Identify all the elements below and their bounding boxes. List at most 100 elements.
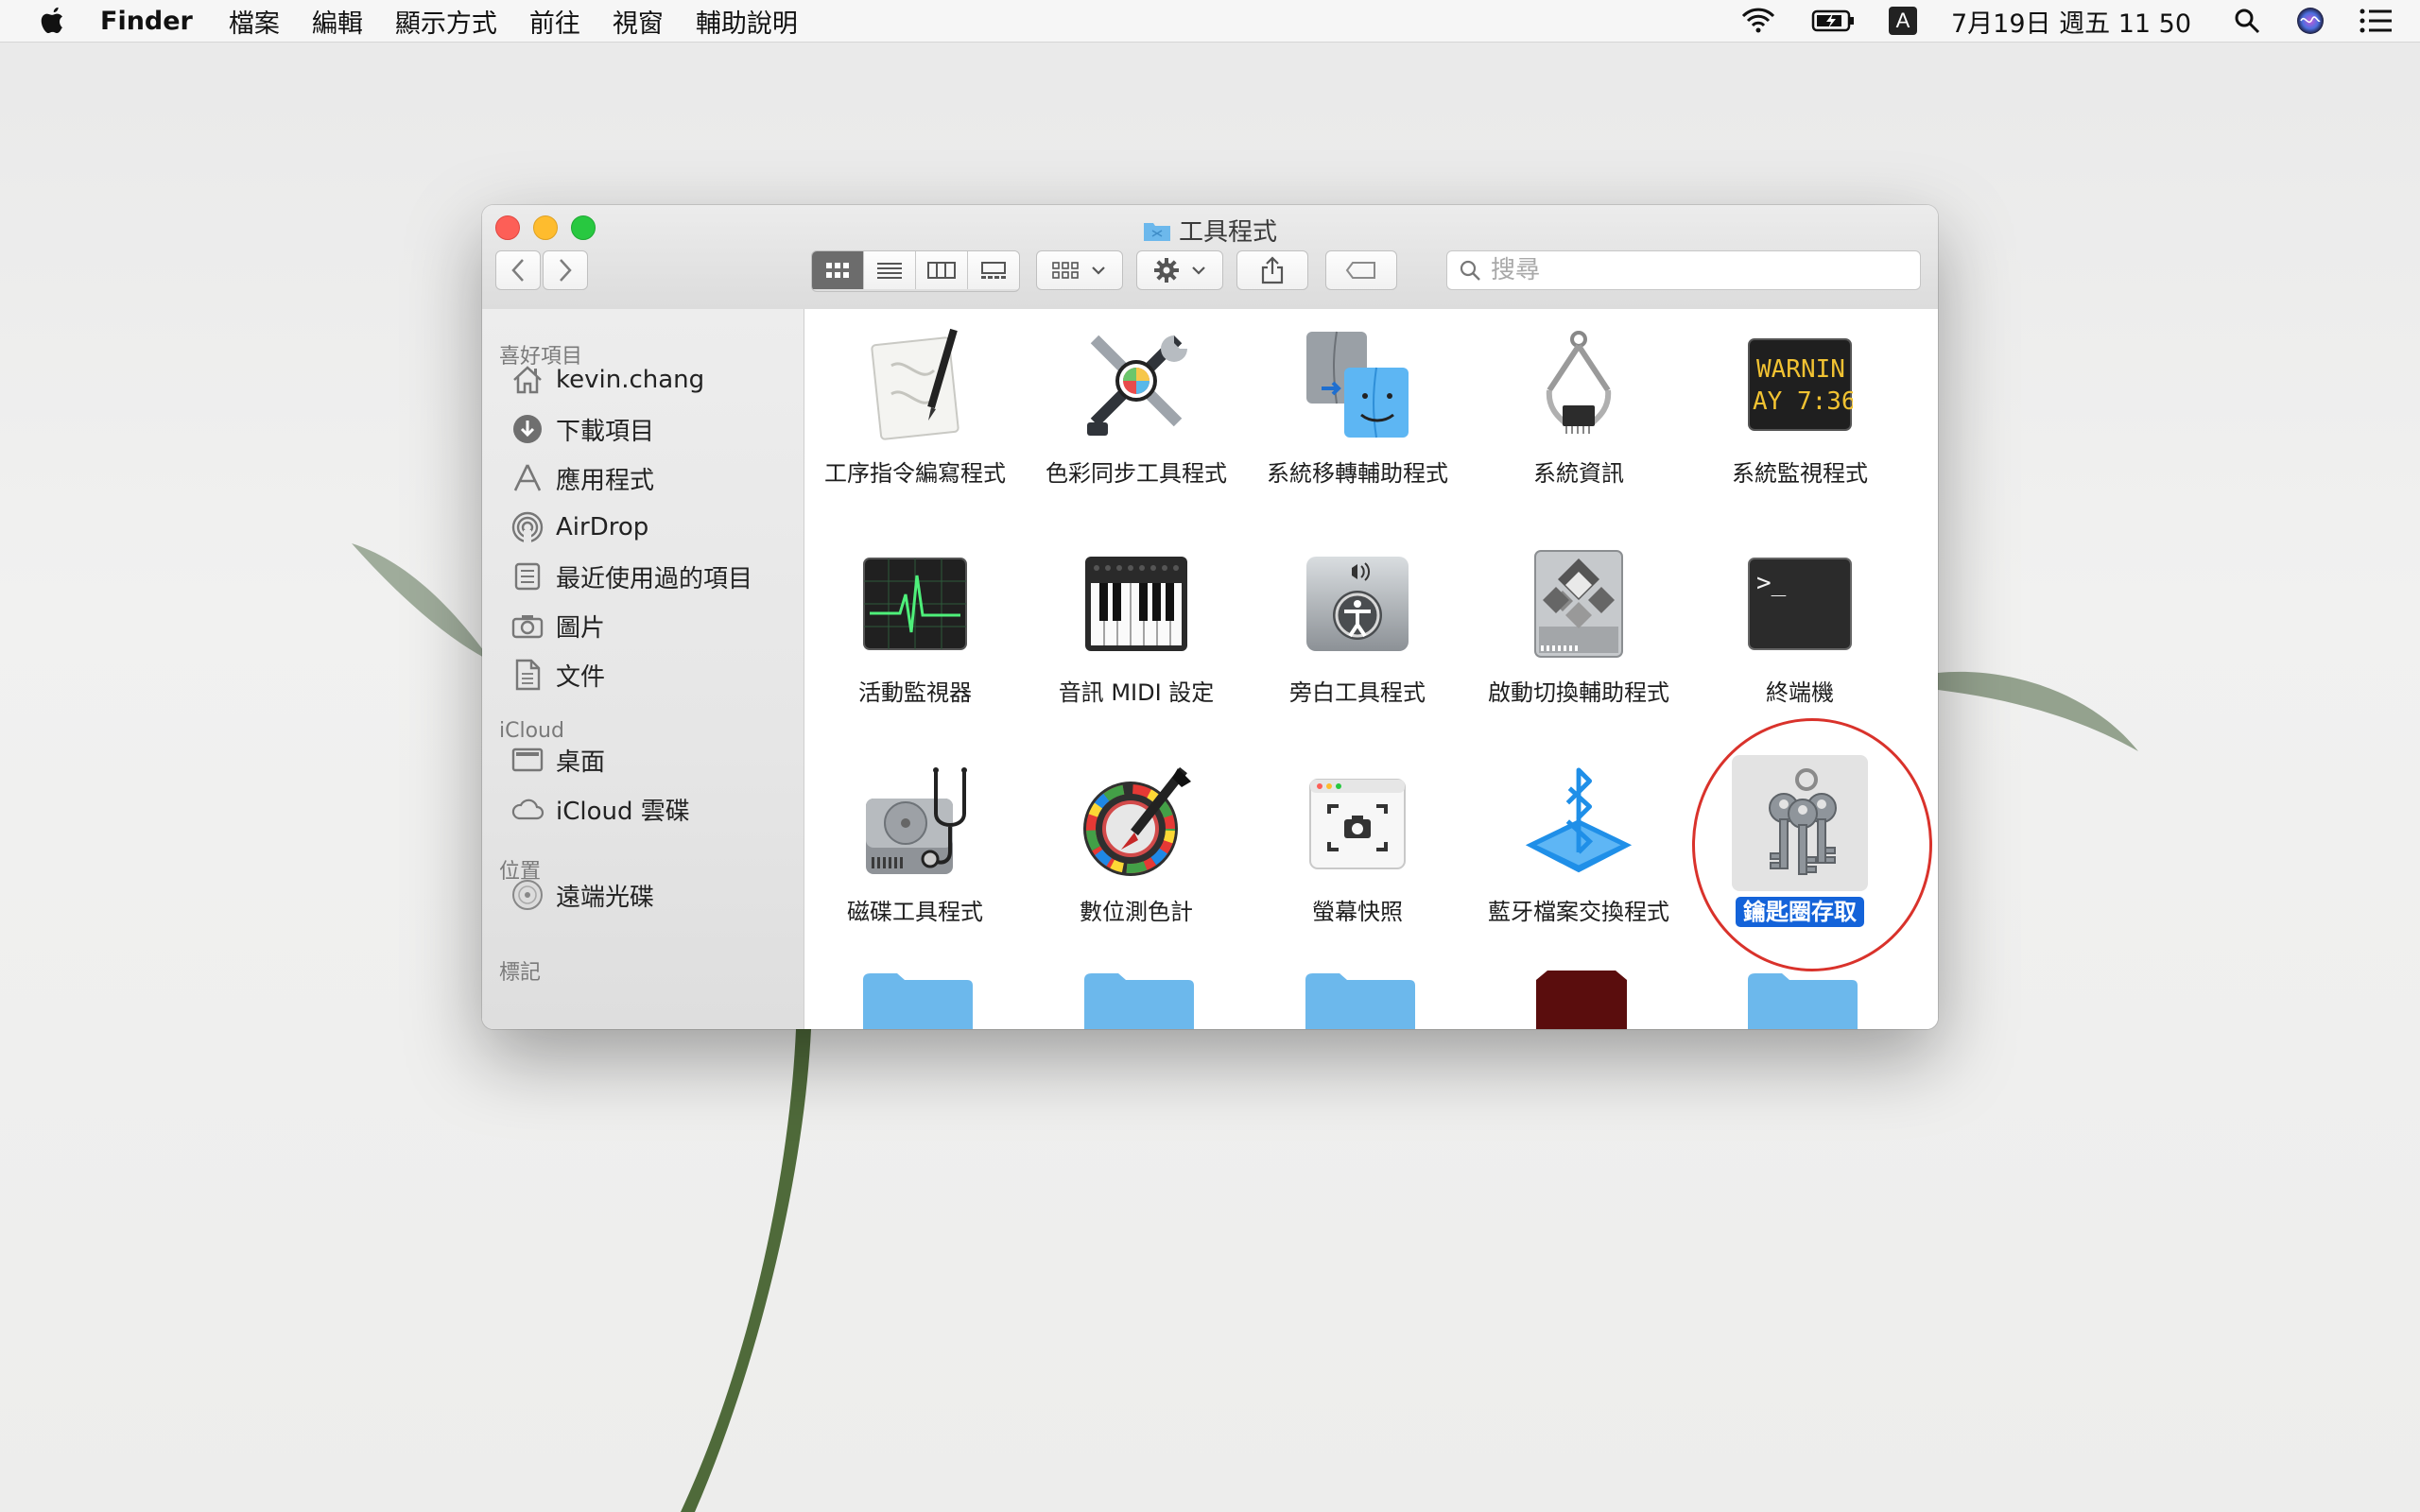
app-item-screenshot[interactable]: 螢幕快照: [1247, 766, 1468, 926]
app-item-system-information[interactable]: 系統資訊: [1468, 328, 1689, 488]
menu-help[interactable]: 輔助說明: [696, 3, 798, 40]
app-item-audio-midi[interactable]: 音訊 MIDI 設定: [1026, 547, 1247, 707]
console-icon-text-1: WARNIN: [1756, 355, 1845, 384]
gallery-view-button[interactable]: [968, 251, 1019, 289]
list-view-button[interactable]: [864, 251, 916, 289]
back-button[interactable]: [495, 250, 541, 290]
siri-icon[interactable]: [2295, 6, 2325, 36]
columns-icon: [927, 262, 956, 279]
apple-icon[interactable]: [38, 5, 68, 37]
screenshot-icon: [1301, 766, 1414, 880]
grid-icon: [826, 263, 849, 278]
script-editor-icon: [858, 328, 972, 441]
search-icon: [1460, 260, 1480, 281]
console-icon-text-2: AY 7:36: [1753, 387, 1853, 416]
input-method-icon[interactable]: A: [1889, 7, 1917, 35]
menu-go[interactable]: 前往: [529, 3, 580, 40]
menu-bar: Finder 檔案 編輯 顯示方式 前往 視窗 輔助說明 A 7月19日 週五 …: [0, 0, 2420, 43]
sidebar: 喜好項目 kevin.chang 下載項目 應用程式 AirDrop 最近使用過…: [482, 309, 804, 1029]
window-title: 工具程式: [482, 213, 1938, 248]
app-icon[interactable]: [1525, 971, 1638, 1029]
battery-icon[interactable]: [1811, 9, 1855, 33]
bluetooth-file-exchange-icon: [1522, 766, 1635, 880]
sidebar-item-remote-disc[interactable]: 遠端光碟: [510, 876, 654, 914]
cloud-icon: [510, 792, 544, 826]
group-icon: [1052, 262, 1079, 279]
console-icon: WARNIN AY 7:36: [1743, 328, 1857, 441]
app-item-boot-camp[interactable]: 啟動切換輔助程式: [1468, 547, 1689, 707]
chevron-left-icon: [511, 259, 524, 282]
icon-view-button[interactable]: [812, 251, 864, 289]
search-field[interactable]: [1446, 250, 1921, 290]
sidebar-header-icloud: iCloud: [499, 719, 564, 743]
download-icon: [510, 412, 544, 446]
app-item-voiceover-utility[interactable]: 旁白工具程式: [1247, 547, 1468, 707]
menu-edit[interactable]: 編輯: [312, 3, 363, 40]
share-icon: [1261, 256, 1284, 284]
forward-button[interactable]: [543, 250, 588, 290]
folder-icon[interactable]: [861, 971, 975, 1029]
share-button[interactable]: [1236, 250, 1308, 290]
sidebar-item-documents[interactable]: 文件: [510, 656, 605, 694]
column-view-button[interactable]: [916, 251, 968, 289]
view-mode-control: [811, 250, 1020, 292]
tag-icon: [1345, 262, 1375, 279]
sidebar-item-applications[interactable]: 應用程式: [510, 459, 654, 497]
terminal-icon: >_: [1743, 547, 1857, 661]
boot-camp-icon: [1522, 547, 1635, 661]
list-icon: [877, 263, 902, 279]
menu-finder[interactable]: Finder: [100, 7, 193, 36]
app-item-colorsync[interactable]: 色彩同步工具程式: [1026, 328, 1247, 488]
recents-icon: [510, 559, 544, 593]
migration-assistant-icon: [1301, 328, 1414, 441]
sidebar-item-recents[interactable]: 最近使用過的項目: [510, 558, 752, 595]
voiceover-utility-icon: [1301, 547, 1414, 661]
colorsync-icon: [1080, 328, 1193, 441]
spotlight-icon[interactable]: [2233, 7, 2261, 35]
app-item-migration-assistant[interactable]: 系統移轉輔助程式: [1247, 328, 1468, 488]
sidebar-item-desktop[interactable]: 桌面: [510, 741, 605, 779]
app-item-activity-monitor[interactable]: 活動監視器: [804, 547, 1026, 707]
app-item-disk-utility[interactable]: 磁碟工具程式: [804, 766, 1026, 926]
app-item-script-editor[interactable]: 工序指令編寫程式: [804, 328, 1026, 488]
tag-button[interactable]: [1325, 250, 1397, 290]
wifi-icon[interactable]: [1739, 7, 1777, 35]
app-item-console[interactable]: WARNIN AY 7:36 系統監視程式: [1689, 328, 1910, 488]
sidebar-item-airdrop[interactable]: AirDrop: [510, 508, 648, 546]
notification-center-icon[interactable]: [2360, 9, 2392, 33]
menu-clock[interactable]: 7月19日 週五 11 50: [1951, 3, 2191, 40]
terminal-icon-text: >_: [1756, 569, 1787, 597]
airdrop-icon: [510, 510, 544, 544]
action-button[interactable]: [1136, 250, 1223, 290]
desktop-icon: [510, 743, 544, 777]
sidebar-header-tags: 標記: [499, 961, 542, 985]
chevron-down-icon: [1092, 266, 1105, 275]
chevron-right-icon: [560, 259, 572, 282]
digital-color-meter-icon: [1080, 766, 1193, 880]
audio-midi-icon: [1080, 547, 1193, 661]
applications-icon: [510, 461, 544, 495]
menu-file[interactable]: 檔案: [229, 3, 280, 40]
annotation-circle: [1692, 718, 1932, 971]
folder-icon[interactable]: [1304, 971, 1417, 1029]
folder-icon[interactable]: [1746, 971, 1859, 1029]
camera-icon: [510, 609, 544, 643]
app-item-bluetooth-file-exchange[interactable]: 藍牙檔案交換程式: [1468, 766, 1689, 926]
menu-window[interactable]: 視窗: [613, 3, 664, 40]
home-icon: [510, 363, 544, 397]
group-by-button[interactable]: [1036, 250, 1123, 290]
folder-icon: [1143, 222, 1170, 241]
app-item-digital-color-meter[interactable]: 數位測色計: [1026, 766, 1247, 926]
sidebar-item-icloud-drive[interactable]: iCloud 雲碟: [510, 790, 690, 828]
system-information-icon: [1522, 328, 1635, 441]
menu-view[interactable]: 顯示方式: [395, 3, 497, 40]
app-item-terminal[interactable]: >_ 終端機: [1689, 547, 1910, 707]
gear-icon: [1154, 258, 1179, 283]
sidebar-item-pictures[interactable]: 圖片: [510, 607, 605, 644]
search-input[interactable]: [1489, 255, 1909, 285]
window-titlebar: 工具程式: [482, 205, 1938, 310]
folder-icon[interactable]: [1082, 971, 1196, 1029]
sidebar-item-downloads[interactable]: 下載項目: [510, 410, 654, 448]
sidebar-item-home[interactable]: kevin.chang: [510, 361, 704, 399]
document-icon: [510, 658, 544, 692]
